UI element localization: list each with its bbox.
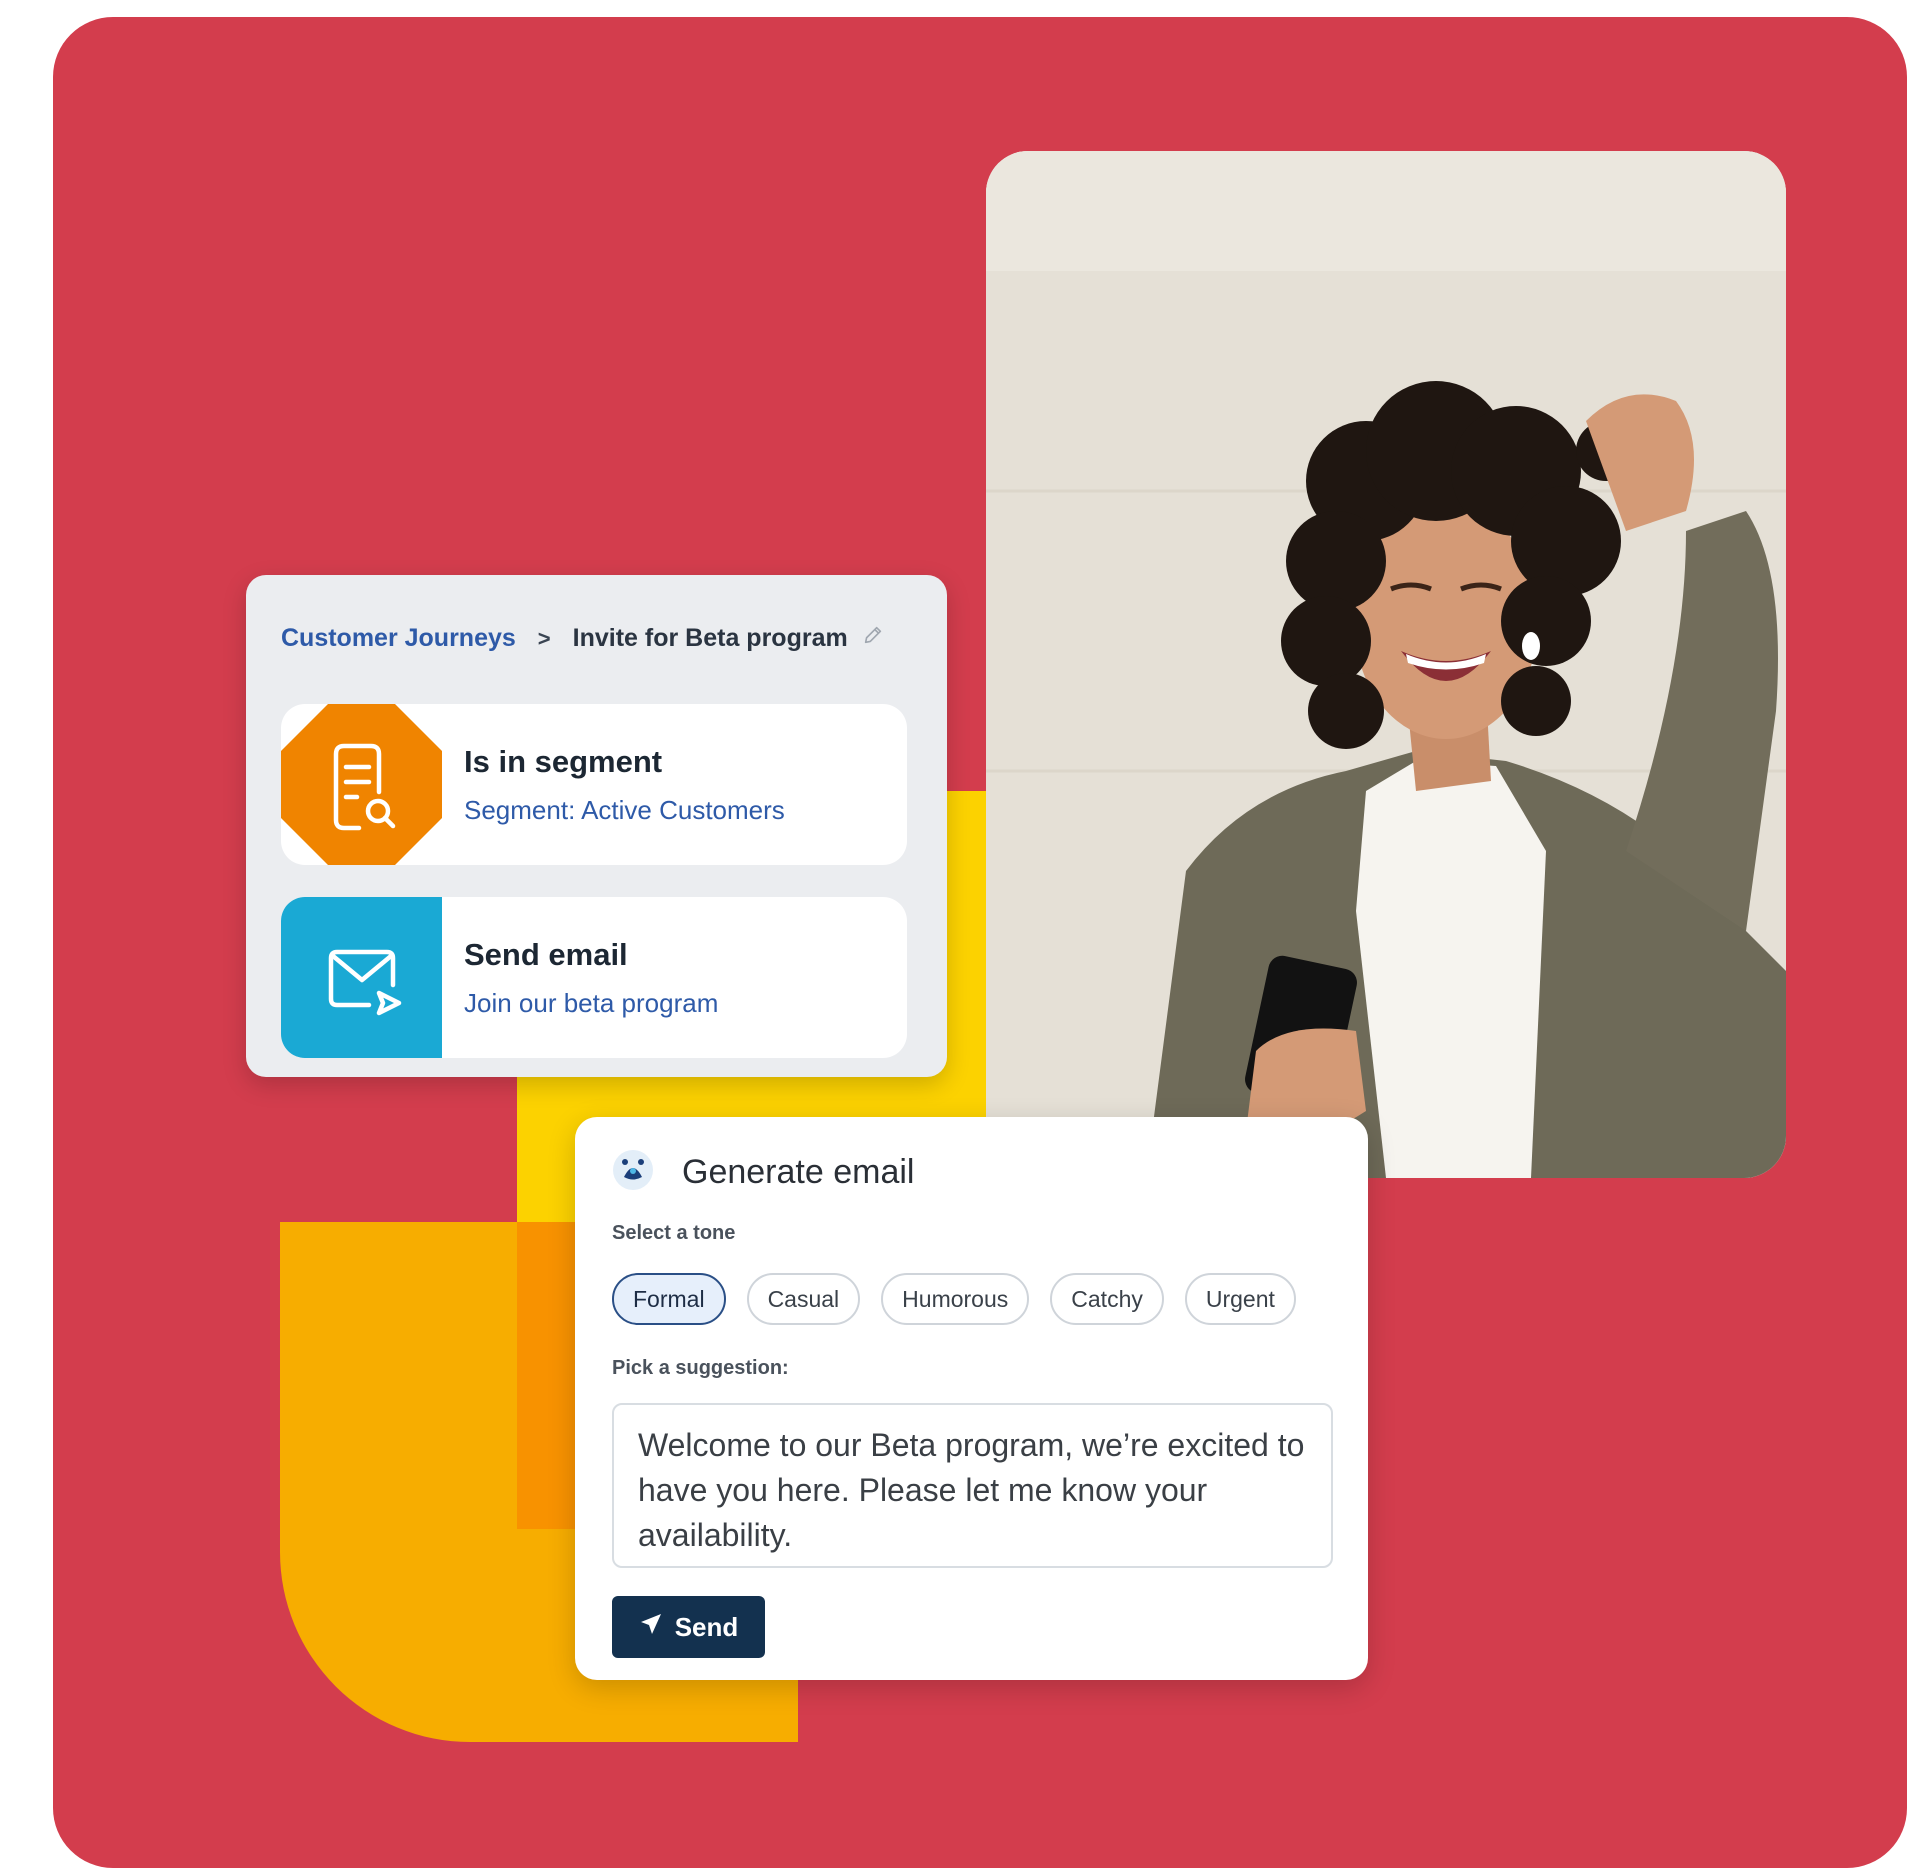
step-subtitle: Join our beta program bbox=[464, 988, 719, 1018]
step-title: Send email bbox=[464, 937, 628, 972]
breadcrumb-current-page: Invite for Beta program bbox=[572, 624, 848, 652]
step-title: Is in segment bbox=[464, 744, 663, 779]
customer-photo bbox=[986, 151, 1786, 1178]
tone-chip-formal[interactable]: Formal bbox=[612, 1273, 726, 1325]
email-send-icon bbox=[281, 897, 442, 1058]
generate-email-header: Generate email bbox=[612, 1149, 914, 1196]
tone-chip-urgent[interactable]: Urgent bbox=[1184, 1273, 1296, 1325]
journey-step-is-in-segment[interactable]: Is in segment Segment: Active Customers bbox=[281, 704, 907, 865]
pencil-icon[interactable] bbox=[862, 624, 884, 653]
breadcrumb-separator: > bbox=[537, 625, 551, 651]
email-suggestion-box[interactable]: Welcome to our Beta program, we’re excit… bbox=[612, 1403, 1333, 1568]
step-subtitle: Segment: Active Customers bbox=[464, 795, 785, 825]
journey-step-send-email[interactable]: Send email Join our beta program bbox=[281, 897, 907, 1058]
ai-assistant-icon bbox=[612, 1149, 654, 1196]
pick-suggestion-label: Pick a suggestion: bbox=[612, 1357, 789, 1379]
tone-chip-group: Formal Casual Humorous Catchy Urgent bbox=[612, 1273, 1296, 1325]
paper-plane-icon bbox=[639, 1612, 663, 1643]
tone-chip-casual[interactable]: Casual bbox=[746, 1273, 861, 1325]
segment-search-icon bbox=[281, 704, 442, 865]
select-tone-label: Select a tone bbox=[612, 1222, 736, 1244]
hero-background: Customer Journeys > Invite for Beta prog… bbox=[53, 17, 1907, 1868]
breadcrumb-customer-journeys-link[interactable]: Customer Journeys bbox=[281, 624, 516, 653]
generate-email-title: Generate email bbox=[682, 1153, 915, 1191]
tone-chip-humorous[interactable]: Humorous bbox=[881, 1273, 1030, 1325]
send-button[interactable]: Send bbox=[612, 1596, 765, 1658]
send-button-label: Send bbox=[674, 1611, 739, 1642]
generate-email-card: Generate email Select a tone Formal Casu… bbox=[575, 1117, 1368, 1680]
breadcrumb: Customer Journeys > Invite for Beta prog… bbox=[281, 624, 884, 653]
tone-chip-catchy[interactable]: Catchy bbox=[1050, 1273, 1164, 1325]
customer-journey-card: Customer Journeys > Invite for Beta prog… bbox=[246, 575, 947, 1077]
